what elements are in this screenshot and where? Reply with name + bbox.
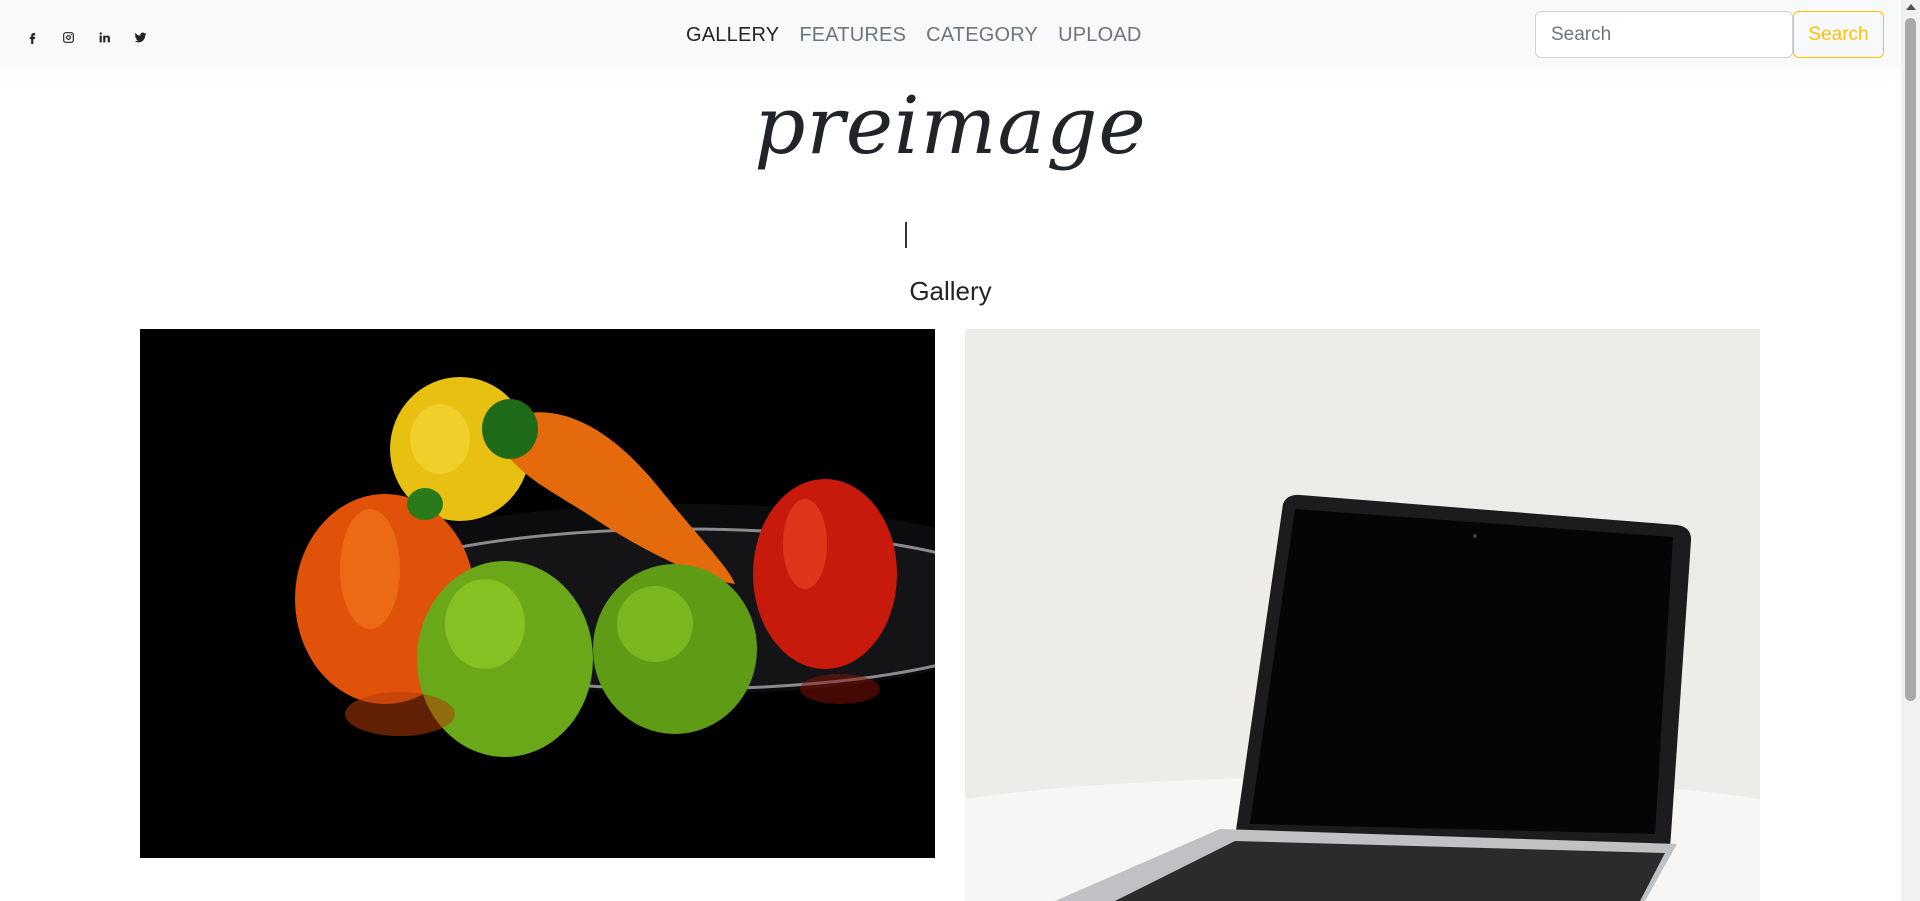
instagram-icon[interactable] xyxy=(50,24,86,50)
scroll-thumb[interactable] xyxy=(1905,18,1916,701)
search-input[interactable] xyxy=(1535,11,1793,58)
nav-gallery[interactable]: GALLERY xyxy=(686,20,779,50)
linkedin-icon[interactable] xyxy=(86,24,122,50)
brand-logo: preimage xyxy=(754,79,1147,172)
facebook-icon[interactable] xyxy=(14,24,50,50)
brand-divider xyxy=(905,222,907,248)
scroll-up-arrow-icon[interactable] xyxy=(1906,4,1916,10)
social-links xyxy=(14,24,158,50)
top-navbar: GALLERY FEATURES CATEGORY UPLOAD Search xyxy=(0,0,1901,68)
main-nav: GALLERY FEATURES CATEGORY UPLOAD xyxy=(686,20,1142,50)
search-form: Search xyxy=(1535,11,1884,58)
nav-features[interactable]: FEATURES xyxy=(799,20,906,50)
section-title: Gallery xyxy=(909,276,992,306)
page-scrollbar[interactable] xyxy=(1901,0,1920,901)
search-button[interactable]: Search xyxy=(1793,11,1884,58)
nav-upload[interactable]: UPLOAD xyxy=(1058,20,1141,50)
nav-category[interactable]: CATEGORY xyxy=(926,20,1038,50)
gallery-image-laptop[interactable] xyxy=(965,329,1760,901)
gallery-image-peppers[interactable] xyxy=(140,329,935,858)
twitter-icon[interactable] xyxy=(122,24,158,50)
